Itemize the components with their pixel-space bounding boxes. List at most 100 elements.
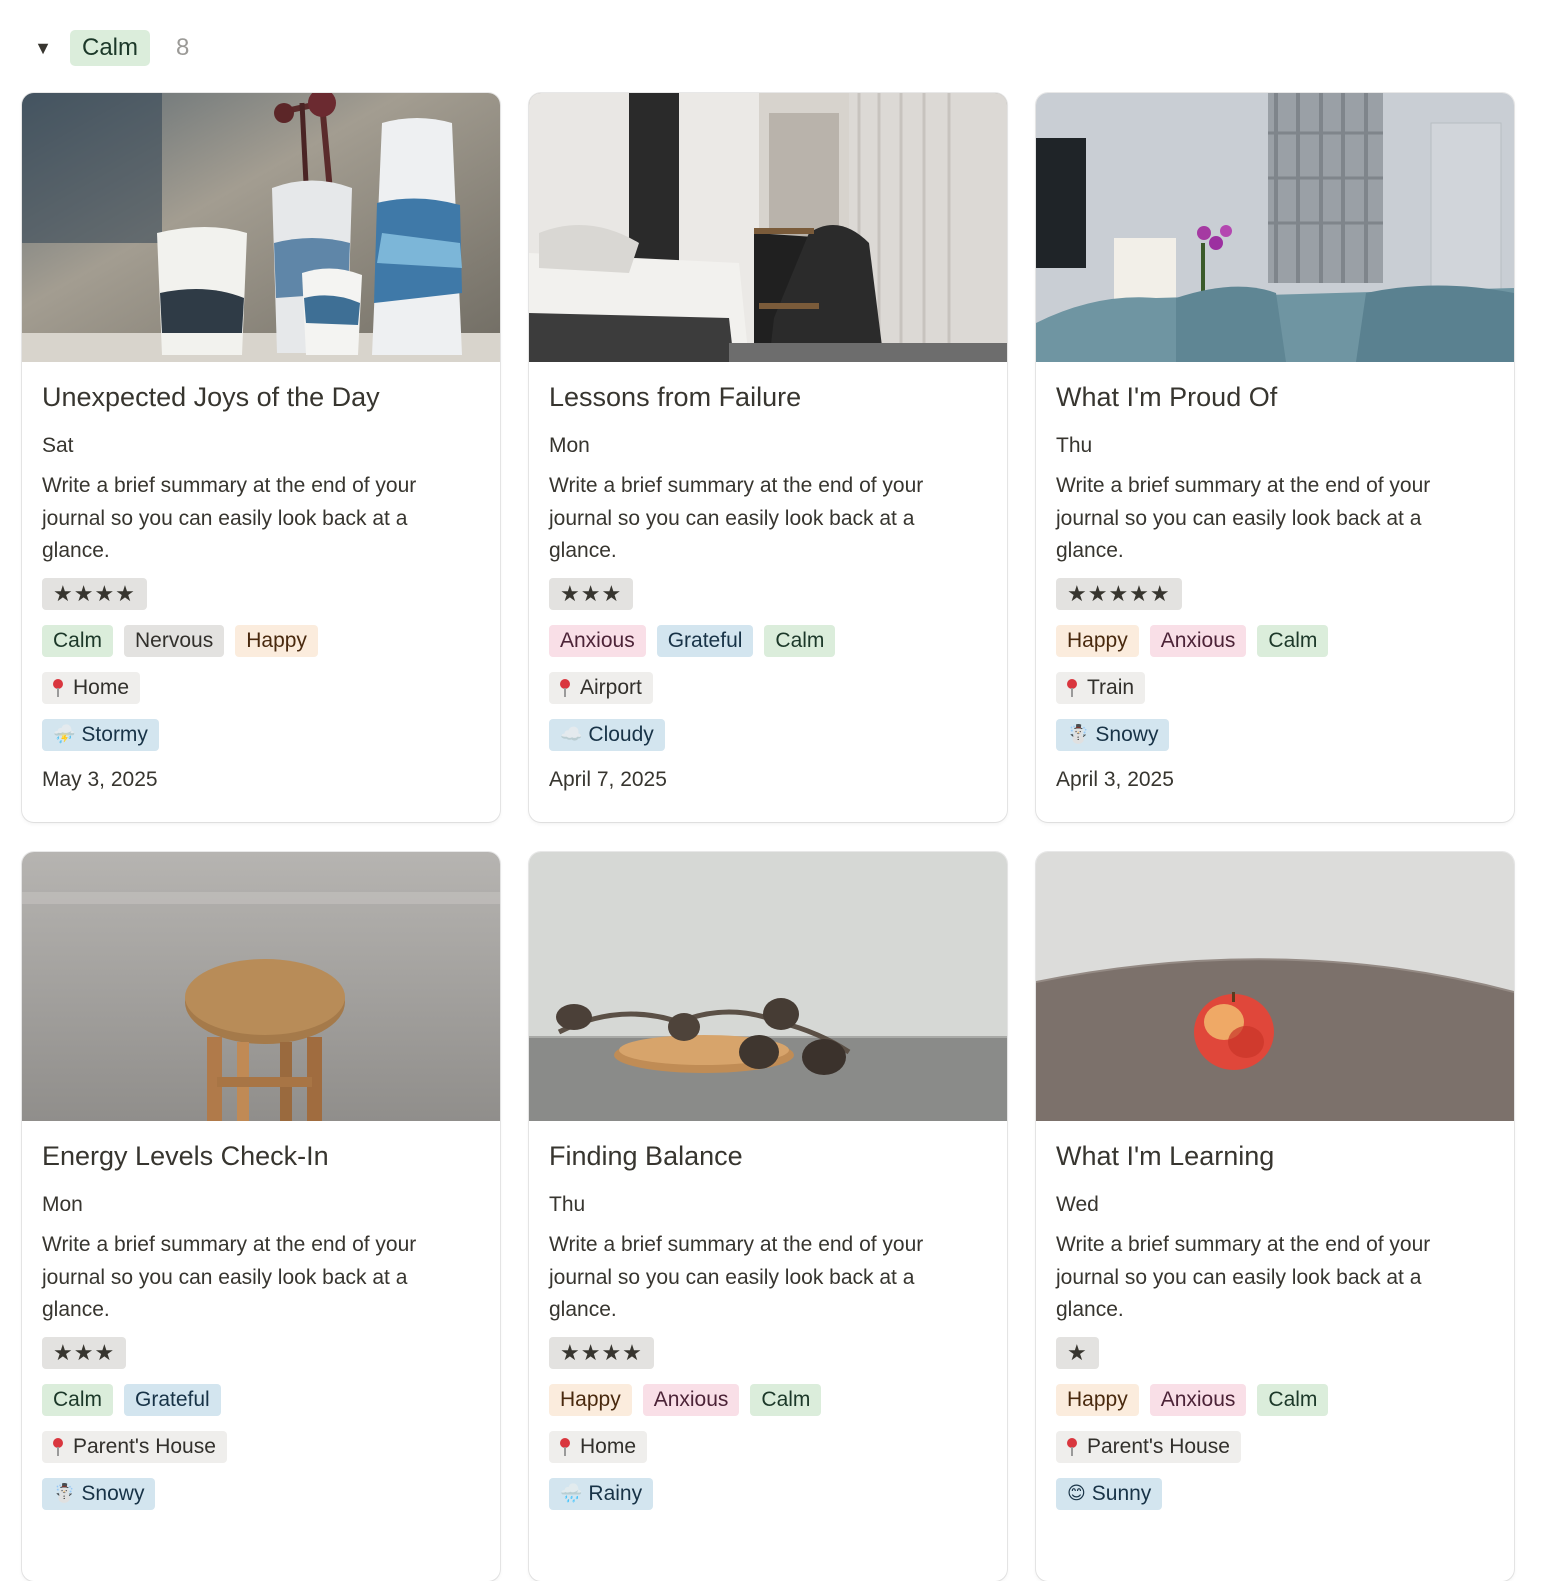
rating-stars: ★★★★★ [1056,577,1182,610]
smile-icon: 😊 [1067,1483,1086,1503]
rating-stars: ★★★ [42,1336,127,1369]
weather-tag: ☃️ Snowy [1056,718,1170,751]
weather-tag: ☁️ Cloudy [549,718,665,751]
triangle-down-icon[interactable]: ▼ [30,28,56,68]
feelings-tags: Calm Nervous Happy [42,624,480,657]
pin-icon [1067,1437,1077,1456]
pin-icon [1067,678,1077,697]
summary-property: Write a brief summary at the end of your… [42,1233,417,1321]
rating-stars: ★ [1056,1336,1099,1369]
weather-label: Rainy [588,1481,643,1505]
date-property: May 3, 2025 [42,767,158,791]
tag-calm: Calm [1257,1383,1329,1416]
group-header: ▼ Calm 8 [30,28,189,68]
location-label: Parent's House [73,1434,216,1458]
date-property: April 7, 2025 [549,767,667,791]
day-property: Thu [1056,434,1093,457]
card-title[interactable]: Finding Balance [549,1139,987,1173]
pin-icon [53,678,63,697]
tag-happy: Happy [1056,624,1139,657]
location-label: Home [580,1434,637,1458]
tag-calm: Calm [42,1383,114,1416]
feelings-tags: Happy Anxious Calm [1056,624,1494,657]
day-property: Wed [1056,1193,1099,1216]
cover-image [529,93,1007,362]
card-title[interactable]: Unexpected Joys of the Day [42,380,480,414]
journal-card[interactable]: Finding Balance Thu Write a brief summar… [529,852,1007,1581]
location-tag: Parent's House [42,1430,227,1463]
location-tag: Home [42,671,141,704]
card-title[interactable]: What I'm Learning [1056,1139,1494,1173]
rain-cloud-icon: 🌧️ [560,1483,583,1503]
tag-grateful: Grateful [656,624,754,657]
location-tag: Parent's House [1056,1430,1241,1463]
cover-image [1036,852,1514,1121]
group-count: 8 [176,34,190,61]
weather-tag: ☃️ Snowy [42,1477,156,1510]
tag-calm: Calm [750,1383,822,1416]
journal-card[interactable]: Lessons from Failure Mon Write a brief s… [529,93,1007,822]
snowman-icon: ☃️ [53,1483,76,1503]
tag-calm: Calm [42,624,114,657]
card-title[interactable]: What I'm Proud Of [1056,380,1494,414]
tag-anxious: Anxious [642,1383,740,1416]
tag-grateful: Grateful [124,1383,221,1416]
rating-stars: ★★★★ [549,1336,654,1369]
cover-image [1036,93,1514,362]
rating-stars: ★★★ [549,577,634,610]
rating-stars: ★★★★ [42,577,147,610]
location-tag: Airport [549,671,653,704]
storm-icon: ⛈️ [53,724,76,744]
tag-calm: Calm [1257,624,1329,657]
location-label: Airport [580,675,642,699]
cover-image [529,852,1007,1121]
summary-property: Write a brief summary at the end of your… [42,474,417,562]
tag-calm: Calm [764,624,836,657]
group-label[interactable]: Calm [70,30,151,66]
location-tag: Home [549,1430,648,1463]
weather-tag: ⛈️ Stormy [42,718,159,751]
weather-label: Sunny [1091,1481,1152,1505]
summary-property: Write a brief summary at the end of your… [549,1233,924,1321]
feelings-tags: Happy Anxious Calm [549,1383,987,1416]
tag-happy: Happy [1056,1383,1139,1416]
weather-tag: 🌧️ Rainy [549,1477,654,1510]
tag-anxious: Anxious [1149,624,1247,657]
feelings-tags: Anxious Grateful Calm [549,624,987,657]
weather-label: Stormy [81,722,148,746]
tag-anxious: Anxious [549,624,646,657]
journal-card[interactable]: What I'm Proud Of Thu Write a brief summ… [1036,93,1514,822]
tag-nervous: Nervous [124,624,225,657]
summary-property: Write a brief summary at the end of your… [549,474,924,562]
pin-icon [560,1437,570,1456]
journal-card[interactable]: Unexpected Joys of the Day Sat Write a b… [22,93,500,822]
feelings-tags: Happy Anxious Calm [1056,1383,1494,1416]
location-tag: Train [1056,671,1146,704]
cloud-icon: ☁️ [560,724,583,744]
weather-tag: 😊 Sunny [1056,1477,1163,1510]
pin-icon [53,1437,63,1456]
snowman-icon: ☃️ [1067,724,1090,744]
pin-icon [560,678,570,697]
summary-property: Write a brief summary at the end of your… [1056,474,1431,562]
journal-card[interactable]: What I'm Learning Wed Write a brief summ… [1036,852,1514,1581]
tag-anxious: Anxious [1149,1383,1247,1416]
cover-image [22,93,500,362]
date-property: April 3, 2025 [1056,767,1174,791]
weather-label: Snowy [81,1481,145,1505]
cover-image [22,852,500,1121]
weather-label: Snowy [1095,722,1159,746]
location-label: Train [1087,675,1135,699]
feelings-tags: Calm Grateful [42,1383,480,1416]
day-property: Thu [549,1193,586,1216]
card-title[interactable]: Lessons from Failure [549,380,987,414]
card-title[interactable]: Energy Levels Check-In [42,1139,480,1173]
journal-card[interactable]: Energy Levels Check-In Mon Write a brief… [22,852,500,1581]
day-property: Sat [42,434,74,457]
tag-happy: Happy [235,624,318,657]
location-label: Parent's House [1087,1434,1230,1458]
weather-label: Cloudy [588,722,654,746]
day-property: Mon [42,1193,83,1216]
summary-property: Write a brief summary at the end of your… [1056,1233,1431,1321]
gallery-grid: Unexpected Joys of the Day Sat Write a b… [22,93,1514,1581]
